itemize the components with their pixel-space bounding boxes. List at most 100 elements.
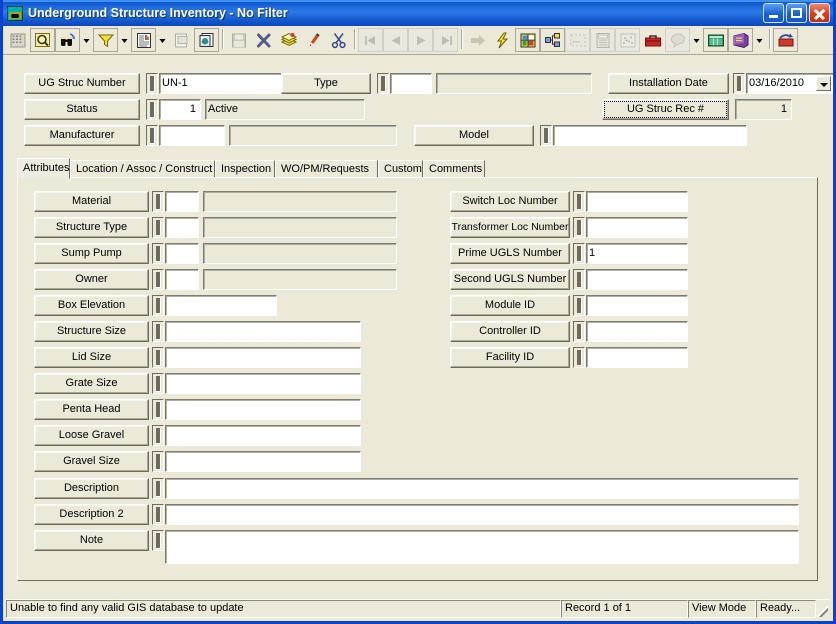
installation-date-grip[interactable] — [733, 73, 745, 94]
sump-pump-grip[interactable] — [152, 243, 164, 264]
grate-size-label[interactable]: Grate Size — [34, 373, 149, 394]
lid-size-label[interactable]: Lid Size — [34, 347, 149, 368]
gis-update-icon[interactable] — [773, 28, 798, 52]
structure-type-code-input[interactable] — [165, 217, 199, 238]
note-label[interactable]: Note — [34, 530, 149, 551]
report-icon[interactable] — [131, 28, 156, 52]
manufacturer-label[interactable]: Manufacturer — [24, 125, 140, 146]
tab-attributes[interactable]: Attributes — [17, 158, 70, 179]
ug-struc-number-grip[interactable] — [146, 73, 158, 94]
transformer-loc-number-label[interactable]: Transformer Loc Number — [450, 217, 570, 238]
status-code-input[interactable]: 1 — [159, 99, 201, 120]
first-record-icon[interactable] — [358, 28, 383, 52]
type-label[interactable]: Type — [281, 73, 371, 94]
description-2-label[interactable]: Description 2 — [34, 504, 149, 525]
description-2-grip[interactable] — [152, 504, 164, 525]
edit-pencil-icon[interactable] — [301, 28, 326, 52]
tab-wo-pm-requests[interactable]: WO/PM/Requests — [275, 160, 378, 178]
material-code-input[interactable] — [165, 191, 199, 212]
structure-type-grip[interactable] — [152, 217, 164, 238]
owner-grip[interactable] — [152, 269, 164, 290]
last-record-icon[interactable] — [433, 28, 458, 52]
ug-struc-number-label[interactable]: UG Struc Number — [24, 73, 140, 94]
penta-head-grip[interactable] — [152, 399, 164, 420]
calculator-icon[interactable] — [590, 28, 615, 52]
status-label[interactable]: Status — [24, 99, 140, 120]
controller-id-input[interactable] — [586, 321, 688, 342]
description-label[interactable]: Description — [34, 478, 149, 499]
book-icon[interactable] — [728, 28, 753, 52]
description-2-input[interactable] — [165, 504, 799, 525]
loose-gravel-label[interactable]: Loose Gravel — [34, 425, 149, 446]
tab-inspection[interactable]: Inspection — [215, 160, 275, 178]
scatter-icon[interactable] — [615, 28, 640, 52]
controller-id-grip[interactable] — [573, 321, 585, 342]
tab-custom[interactable]: Custom — [378, 160, 423, 178]
module-id-grip[interactable] — [573, 295, 585, 316]
manufacturer-code-input[interactable] — [159, 125, 225, 146]
report-dropdown-icon[interactable] — [156, 28, 169, 52]
owner-code-input[interactable] — [165, 269, 199, 290]
grate-size-input[interactable] — [165, 373, 361, 394]
book-dropdown-icon[interactable] — [753, 28, 766, 52]
save-icon[interactable] — [226, 28, 251, 52]
switch-loc-number-label[interactable]: Switch Loc Number — [450, 191, 570, 212]
gravel-size-label[interactable]: Gravel Size — [34, 451, 149, 472]
facility-id-grip[interactable] — [573, 347, 585, 368]
installation-date-input[interactable]: 03/16/2010 — [746, 73, 833, 94]
note-input[interactable] — [165, 530, 799, 564]
prime-ugls-number-input[interactable]: 1 — [586, 243, 688, 264]
spreadsheet-icon[interactable] — [703, 28, 728, 52]
model-grip[interactable] — [540, 125, 552, 146]
map-view-icon[interactable] — [515, 28, 540, 52]
box-elevation-label[interactable]: Box Elevation — [34, 295, 149, 316]
prime-ugls-number-label[interactable]: Prime UGLS Number — [450, 243, 570, 264]
filter-dropdown-icon[interactable] — [118, 28, 131, 52]
facility-id-label[interactable]: Facility ID — [450, 347, 570, 368]
lightning-action-icon[interactable] — [490, 28, 515, 52]
type-code-input[interactable] — [390, 73, 432, 94]
switch-loc-number-grip[interactable] — [573, 191, 585, 212]
new-record-icon[interactable] — [276, 28, 301, 52]
description-grip[interactable] — [152, 478, 164, 499]
close-button[interactable] — [809, 3, 830, 23]
facility-id-input[interactable] — [586, 347, 688, 368]
second-ugls-number-label[interactable]: Second UGLS Number — [450, 269, 570, 290]
lid-size-grip[interactable] — [152, 347, 164, 368]
transformer-loc-number-input[interactable] — [586, 217, 688, 238]
penta-head-input[interactable] — [165, 399, 361, 420]
toolbox-icon[interactable] — [640, 28, 665, 52]
second-ugls-number-input[interactable] — [586, 269, 688, 290]
loose-gravel-input[interactable] — [165, 425, 361, 446]
status-grip[interactable] — [146, 99, 158, 120]
lid-size-input[interactable] — [165, 347, 361, 368]
gravel-size-grip[interactable] — [152, 451, 164, 472]
balloon-dropdown-icon[interactable] — [690, 28, 703, 52]
owner-label[interactable]: Owner — [34, 269, 149, 290]
goto-record-icon[interactable] — [465, 28, 490, 52]
grid-view-icon[interactable] — [5, 28, 30, 52]
tab-comments[interactable]: Comments — [423, 160, 485, 178]
model-label[interactable]: Model — [414, 125, 534, 146]
tree-hierarchy-icon[interactable] — [540, 28, 565, 52]
module-id-input[interactable] — [586, 295, 688, 316]
switch-loc-number-input[interactable] — [586, 191, 688, 212]
find-binoculars-icon[interactable] — [55, 28, 80, 52]
resize-grip-icon[interactable] — [816, 600, 830, 618]
chevron-down-icon[interactable] — [816, 76, 831, 91]
filter-funnel-icon[interactable] — [93, 28, 118, 52]
structure-size-grip[interactable] — [152, 321, 164, 342]
next-record-icon[interactable] — [408, 28, 433, 52]
material-label[interactable]: Material — [34, 191, 149, 212]
balloon-help-icon[interactable] — [665, 28, 690, 52]
cut-scissors-icon[interactable] — [326, 28, 351, 52]
delete-icon[interactable] — [251, 28, 276, 52]
minimize-button[interactable] — [763, 3, 784, 23]
transformer-loc-number-grip[interactable] — [573, 217, 585, 238]
box-elevation-input[interactable] — [165, 295, 277, 316]
description-input[interactable] — [165, 478, 799, 499]
second-ugls-number-grip[interactable] — [573, 269, 585, 290]
grate-size-grip[interactable] — [152, 373, 164, 394]
prime-ugls-number-grip[interactable] — [573, 243, 585, 264]
copy-record-icon[interactable] — [194, 28, 219, 52]
